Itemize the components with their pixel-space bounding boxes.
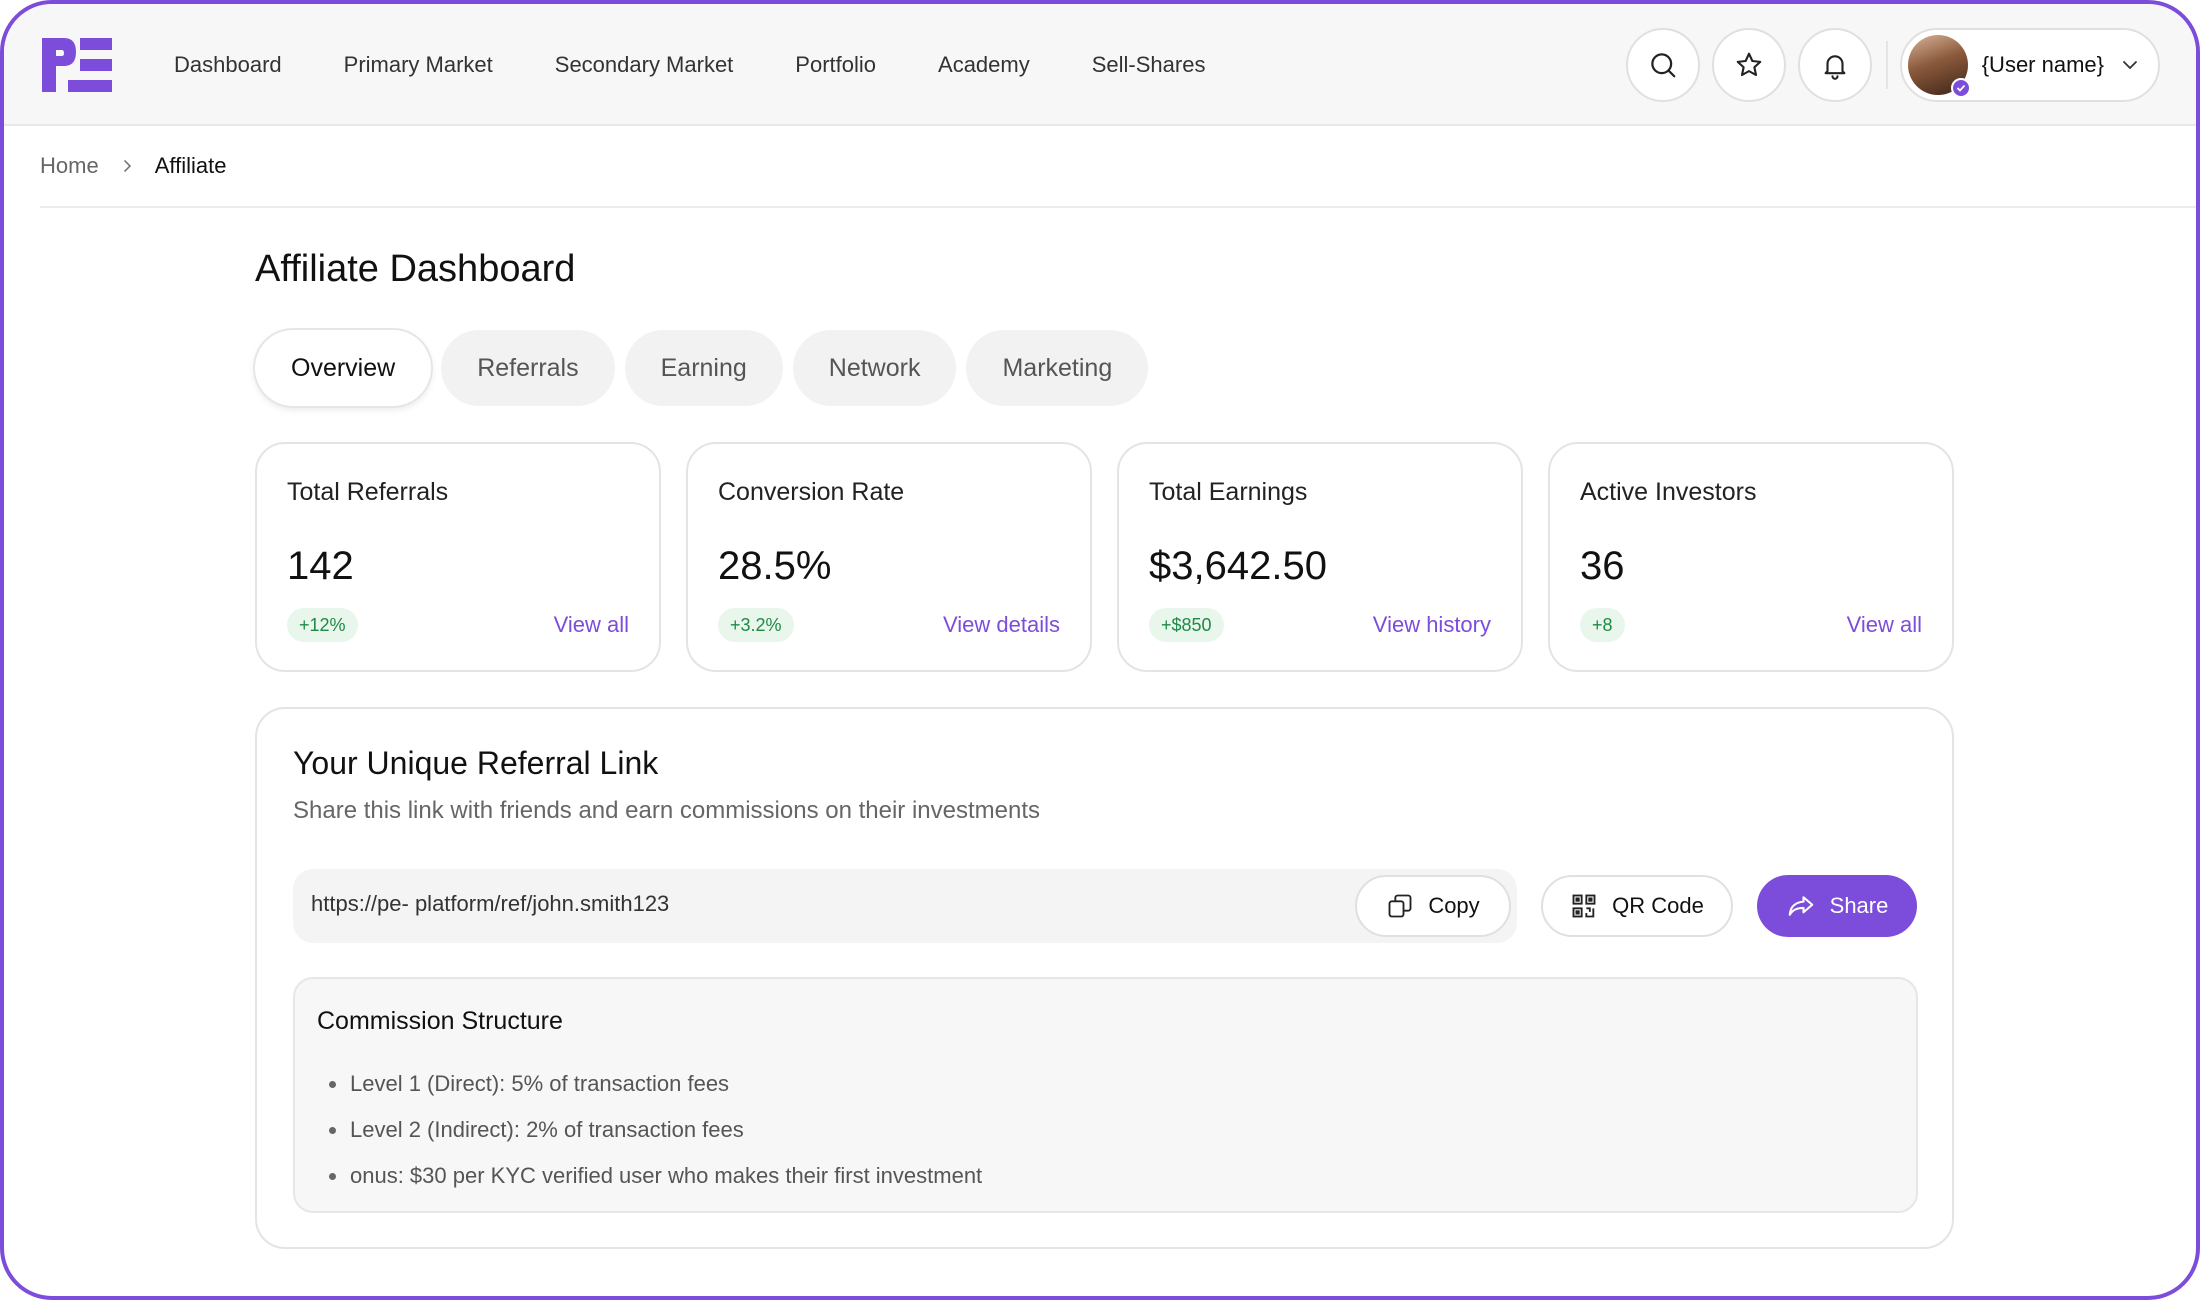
bell-icon bbox=[1824, 55, 1846, 80]
search-icon bbox=[1650, 53, 1676, 78]
stat-value: $3,642.50 bbox=[1149, 544, 1327, 588]
bullet-icon bbox=[329, 1080, 336, 1088]
view-all-link[interactable]: View all bbox=[554, 612, 629, 638]
tab-network[interactable]: Network bbox=[792, 330, 957, 406]
stat-label: Total Earnings bbox=[1149, 478, 1308, 506]
referral-subtitle: Share this link with friends and earn co… bbox=[293, 797, 1040, 824]
referral-title: Your Unique Referral Link bbox=[293, 745, 659, 781]
avatar bbox=[1907, 35, 1971, 98]
verified-badge-icon bbox=[1950, 78, 1971, 98]
main-nav: Dashboard Primary Market Secondary Marke… bbox=[174, 4, 1267, 126]
view-all-link[interactable]: View all bbox=[1847, 612, 1922, 638]
list-item: Level 2 (Indirect): 2% of transaction fe… bbox=[317, 1107, 982, 1153]
stat-delta-badge: +$850 bbox=[1149, 608, 1224, 642]
stat-delta-badge: +12% bbox=[287, 608, 358, 642]
search-button[interactable] bbox=[1625, 28, 1700, 102]
stat-card-active-investors: Active Investors 36 +8 View all bbox=[1548, 442, 1954, 672]
share-icon bbox=[1788, 896, 1813, 916]
stat-card-total-earnings: Total Earnings $3,642.50 +$850 View hist… bbox=[1117, 442, 1523, 672]
commission-list: Level 1 (Direct): 5% of transaction fees… bbox=[317, 1061, 982, 1199]
nav-sell-shares[interactable]: Sell-Shares bbox=[1092, 52, 1206, 78]
stat-card-conversion-rate: Conversion Rate 28.5% +3.2% View details bbox=[686, 442, 1092, 672]
app-window: Dashboard Primary Market Secondary Marke… bbox=[0, 0, 2200, 1300]
star-icon bbox=[1736, 52, 1762, 77]
qr-code-icon bbox=[1572, 894, 1596, 918]
top-navigation-bar: Dashboard Primary Market Secondary Marke… bbox=[4, 4, 2196, 126]
commission-item-text: onus: $30 per KYC verified user who make… bbox=[350, 1163, 983, 1188]
tab-overview[interactable]: Overview bbox=[255, 330, 432, 406]
commission-structure-box: Commission Structure Level 1 (Direct): 5… bbox=[293, 977, 1918, 1213]
stat-value: 142 bbox=[287, 544, 354, 588]
view-history-link[interactable]: View history bbox=[1373, 612, 1491, 638]
tab-bar: Overview Referrals Earning Network Marke… bbox=[255, 330, 1158, 406]
favorites-button[interactable] bbox=[1711, 28, 1786, 102]
user-name: {User name} bbox=[1981, 52, 2104, 77]
stat-label: Active Investors bbox=[1580, 478, 1757, 506]
qr-code-label: QR Code bbox=[1612, 893, 1704, 918]
breadcrumb-home[interactable]: Home bbox=[40, 153, 99, 179]
nav-academy[interactable]: Academy bbox=[938, 52, 1030, 78]
stat-label: Total Referrals bbox=[287, 478, 449, 506]
referral-link-value[interactable]: https://pe- platform/ref/john.smith123 bbox=[311, 891, 669, 917]
stat-value: 28.5% bbox=[718, 544, 832, 588]
tab-earning[interactable]: Earning bbox=[624, 330, 783, 406]
share-label: Share bbox=[1829, 893, 1889, 918]
qr-code-button[interactable]: QR Code bbox=[1541, 875, 1733, 937]
nav-divider bbox=[1885, 41, 1888, 89]
share-button[interactable]: Share bbox=[1757, 875, 1917, 937]
commission-item-text: Level 1 (Direct): 5% of transaction fees bbox=[350, 1071, 730, 1096]
nav-secondary-market[interactable]: Secondary Market bbox=[555, 52, 734, 78]
copy-button[interactable]: Copy bbox=[1355, 875, 1511, 937]
tab-marketing[interactable]: Marketing bbox=[966, 330, 1149, 406]
user-menu[interactable]: {User name} bbox=[1899, 28, 2160, 102]
copy-icon bbox=[1388, 894, 1412, 918]
chevron-down-icon bbox=[2123, 61, 2137, 70]
page-title: Affiliate Dashboard bbox=[255, 248, 576, 290]
commission-item-text: Level 2 (Indirect): 2% of transaction fe… bbox=[350, 1117, 744, 1142]
stat-delta-badge: +3.2% bbox=[718, 608, 794, 642]
referral-link-card: Your Unique Referral Link Share this lin… bbox=[255, 707, 1954, 1249]
stat-label: Conversion Rate bbox=[718, 478, 905, 506]
nav-primary-market[interactable]: Primary Market bbox=[344, 52, 493, 78]
bullet-icon bbox=[329, 1172, 336, 1180]
chevron-right-icon bbox=[119, 158, 135, 174]
copy-label: Copy bbox=[1428, 893, 1480, 918]
commission-title: Commission Structure bbox=[317, 1007, 563, 1035]
list-item: Level 1 (Direct): 5% of transaction fees bbox=[317, 1061, 982, 1107]
breadcrumb-current: Affiliate bbox=[154, 153, 227, 178]
nav-actions: {User name} bbox=[1614, 28, 2160, 102]
stat-delta-badge: +8 bbox=[1580, 608, 1625, 642]
view-details-link[interactable]: View details bbox=[943, 612, 1060, 638]
stat-card-total-referrals: Total Referrals 142 +12% View all bbox=[255, 442, 661, 672]
bullet-icon bbox=[329, 1126, 336, 1134]
breadcrumb: Home Affiliate bbox=[40, 126, 2196, 208]
stat-value: 36 bbox=[1580, 544, 1625, 588]
tab-referrals[interactable]: Referrals bbox=[441, 330, 615, 406]
referral-link-field[interactable]: https://pe- platform/ref/john.smith123 C… bbox=[293, 869, 1517, 943]
nav-dashboard[interactable]: Dashboard bbox=[174, 52, 282, 78]
notifications-button[interactable] bbox=[1797, 28, 1872, 102]
stats-row: Total Referrals 142 +12% View all Conver… bbox=[255, 442, 1954, 672]
nav-portfolio[interactable]: Portfolio bbox=[795, 52, 876, 78]
list-item: onus: $30 per KYC verified user who make… bbox=[317, 1153, 982, 1199]
pe-logo[interactable] bbox=[38, 34, 114, 96]
